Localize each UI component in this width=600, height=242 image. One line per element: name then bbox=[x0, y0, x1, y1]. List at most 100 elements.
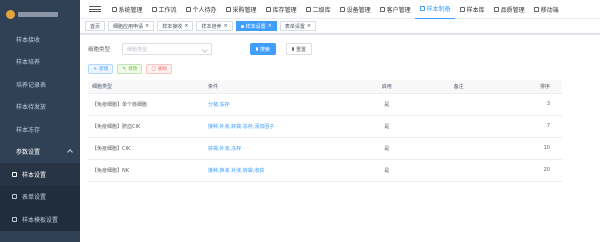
sidebar-subitem-form-settings[interactable]: 表单设置 bbox=[0, 186, 80, 209]
conditions-link[interactable]: 分装,冻存 bbox=[208, 102, 230, 108]
edit-button[interactable]: ✎ 修改 bbox=[117, 64, 143, 74]
table-row[interactable]: 【免疫细胞】CIK 转袋,补液,冻存 是 10 bbox=[88, 137, 562, 160]
cell-conditions: 转袋,补液,冻存 bbox=[203, 137, 371, 160]
close-icon[interactable]: × bbox=[223, 23, 227, 29]
sample-settings-table: 细胞类型 条件 启用 备注 排序 【免疫细胞】单个核细胞 分装,冻存 是 3 【… bbox=[88, 80, 562, 182]
logo-icon bbox=[6, 9, 15, 19]
tag-label: 表单设置 bbox=[284, 23, 305, 30]
delete-button[interactable]: ▢ 删除 bbox=[146, 64, 173, 74]
topnav-item-workflow[interactable]: 工作流 bbox=[147, 0, 181, 19]
add-button-label: 新增 bbox=[99, 67, 109, 72]
sidebar-item-label: 样本冻存 bbox=[16, 126, 41, 134]
topnav-item-sample-prep[interactable]: 样本制备 bbox=[415, 0, 456, 19]
topnav-label: 客户管理 bbox=[386, 6, 411, 14]
tag-sample-receive[interactable]: 样本接收 × bbox=[157, 21, 194, 31]
header-cell-type[interactable]: 细胞类型 bbox=[88, 80, 204, 94]
topnav-label: 个人待办 bbox=[192, 6, 217, 14]
close-icon[interactable]: × bbox=[307, 23, 311, 29]
table-row[interactable]: 【免疫细胞】脐血CIK 接种,补液,转袋,冻存,添加因子 是 7 bbox=[88, 115, 562, 138]
topnav-item-equipment[interactable]: 设备管理 bbox=[335, 0, 375, 19]
topnav-item-inventory[interactable]: 库存管理 bbox=[261, 0, 301, 19]
people-icon bbox=[379, 6, 385, 12]
sidebar-item-sample-culture[interactable]: 样本培养 bbox=[0, 51, 80, 74]
search-button-label: 搜索 bbox=[260, 46, 271, 53]
header-enabled[interactable]: 启用 bbox=[370, 80, 404, 94]
cell-conditions: 接种,换液,补液,转袋,收获 bbox=[203, 159, 371, 182]
tag-sample-settings[interactable]: 样本设置 × bbox=[235, 21, 277, 31]
tag-form-settings[interactable]: 表单设置 × bbox=[279, 21, 317, 31]
mobile-icon bbox=[533, 6, 539, 12]
cell-sort: 3 bbox=[514, 93, 562, 116]
sidebar-item-label: 样本接收 bbox=[16, 36, 41, 44]
header-conditions[interactable]: 条件 bbox=[203, 80, 371, 94]
cell-note bbox=[403, 137, 515, 160]
brand-name-blurred bbox=[18, 11, 58, 17]
trash-icon: ▢ bbox=[151, 66, 157, 72]
conditions-link[interactable]: 转袋,补液,冻存 bbox=[208, 146, 241, 152]
close-icon[interactable]: × bbox=[184, 23, 188, 29]
search-button[interactable]: 搜索 bbox=[250, 43, 276, 55]
cell-note bbox=[403, 115, 515, 138]
tag-label: 样本培养 bbox=[201, 23, 222, 30]
topnav-label: 二级库 bbox=[312, 6, 331, 14]
topnav-item-customer[interactable]: 客户管理 bbox=[375, 0, 415, 19]
cell-sort: 20 bbox=[514, 159, 562, 182]
conditions-link[interactable]: 接种,补液,转袋,冻存,添加因子 bbox=[208, 124, 274, 130]
delete-button-label: 删除 bbox=[158, 67, 168, 72]
cell-note bbox=[403, 93, 515, 116]
search-form: 细胞类型 细胞类型 bbox=[88, 43, 212, 55]
topnav-item-mobile[interactable]: 移动端 bbox=[529, 0, 563, 19]
topnav-item-purchase[interactable]: 采购管理 bbox=[221, 0, 261, 19]
check-icon bbox=[493, 6, 499, 12]
tag-home[interactable]: 首页 bbox=[85, 21, 106, 31]
conditions-link[interactable]: 接种,换液,补液,转袋,收获 bbox=[208, 168, 264, 174]
topnav-item-secondary-store[interactable]: 二级库 bbox=[301, 0, 335, 19]
sidebar-item-sample-freeze[interactable]: 样本冻存 bbox=[0, 118, 80, 141]
hamburger-icon[interactable] bbox=[89, 6, 101, 12]
close-icon[interactable]: × bbox=[145, 23, 149, 29]
github-icon bbox=[459, 6, 465, 12]
table-row[interactable]: 【免疫细胞】单个核细胞 分装,冻存 是 3 bbox=[88, 93, 562, 116]
store-icon bbox=[305, 6, 311, 12]
sidebar-item-culture-record[interactable]: 培养记录表 bbox=[0, 73, 80, 96]
main-content: 细胞类型 细胞类型 搜索 重置 + 新增 ✎ 修改 ▢ 删除 细胞类型 条件 启… bbox=[80, 35, 600, 242]
topnav-label: 采购管理 bbox=[232, 6, 257, 14]
edit-button-label: 修改 bbox=[128, 67, 138, 72]
cell-enabled: 是 bbox=[370, 93, 404, 116]
table-row[interactable]: 【免疫细胞】NK 接种,换液,补液,转袋,收获 是 20 bbox=[88, 159, 562, 182]
tag-sample-culture[interactable]: 样本培养 × bbox=[196, 21, 233, 31]
sidebar-subitem-template-settings[interactable]: 样本模板设置 bbox=[0, 208, 80, 231]
cell-note bbox=[403, 159, 515, 182]
tag-cell-application[interactable]: 细胞应用申请 × bbox=[108, 21, 155, 31]
header-sort[interactable]: 排序 bbox=[514, 80, 562, 94]
flask-icon bbox=[419, 6, 425, 11]
topnav-item-todo[interactable]: 个人待办 bbox=[181, 0, 221, 19]
header-note[interactable]: 备注 bbox=[403, 80, 515, 94]
add-button[interactable]: + 新增 bbox=[88, 64, 114, 74]
close-icon[interactable]: × bbox=[268, 23, 272, 29]
tags-view: 首页 细胞应用申请 × 样本接收 × 样本培养 × 样本设置 × 表单设置 × bbox=[80, 19, 600, 34]
sidebar-subitem-label: 样本模板设置 bbox=[22, 216, 59, 224]
reset-button[interactable]: 重置 bbox=[286, 43, 312, 55]
topnav-label: 设备管理 bbox=[346, 6, 371, 14]
cell-type-select[interactable]: 细胞类型 bbox=[122, 43, 212, 55]
plus-icon: + bbox=[93, 66, 98, 72]
reset-button-label: 重置 bbox=[296, 46, 307, 53]
search-icon bbox=[256, 47, 258, 51]
sidebar-item-sample-pending-release[interactable]: 样本待发放 bbox=[0, 96, 80, 119]
sidebar-group-param-settings[interactable]: 参数设置 bbox=[0, 141, 80, 164]
sidebar-subitem-sample-settings[interactable]: 样本设置 bbox=[0, 163, 80, 186]
topnav-item-system[interactable]: 系统管理 bbox=[107, 0, 147, 19]
topnav-item-sample-bank[interactable]: 样本库 bbox=[455, 0, 489, 19]
gear-icon bbox=[111, 6, 117, 12]
sidebar-item-sample-receive[interactable]: 样本接收 bbox=[0, 28, 80, 51]
topnav-label: 移动端 bbox=[540, 6, 559, 14]
topnav-label: 工作流 bbox=[158, 6, 177, 14]
topnav-item-quality[interactable]: 品质管理 bbox=[489, 0, 529, 19]
sidebar-item-label: 样本培养 bbox=[16, 59, 41, 67]
cell-enabled: 是 bbox=[370, 159, 404, 182]
sidebar-subitem-label: 样本设置 bbox=[22, 171, 47, 179]
top-navbar: 系统管理 工作流 个人待办 采购管理 库存管理 二级库 设备管理 客户管理 样本… bbox=[80, 0, 600, 19]
cart-icon bbox=[225, 6, 231, 12]
edit-icon: ✎ bbox=[122, 66, 127, 72]
